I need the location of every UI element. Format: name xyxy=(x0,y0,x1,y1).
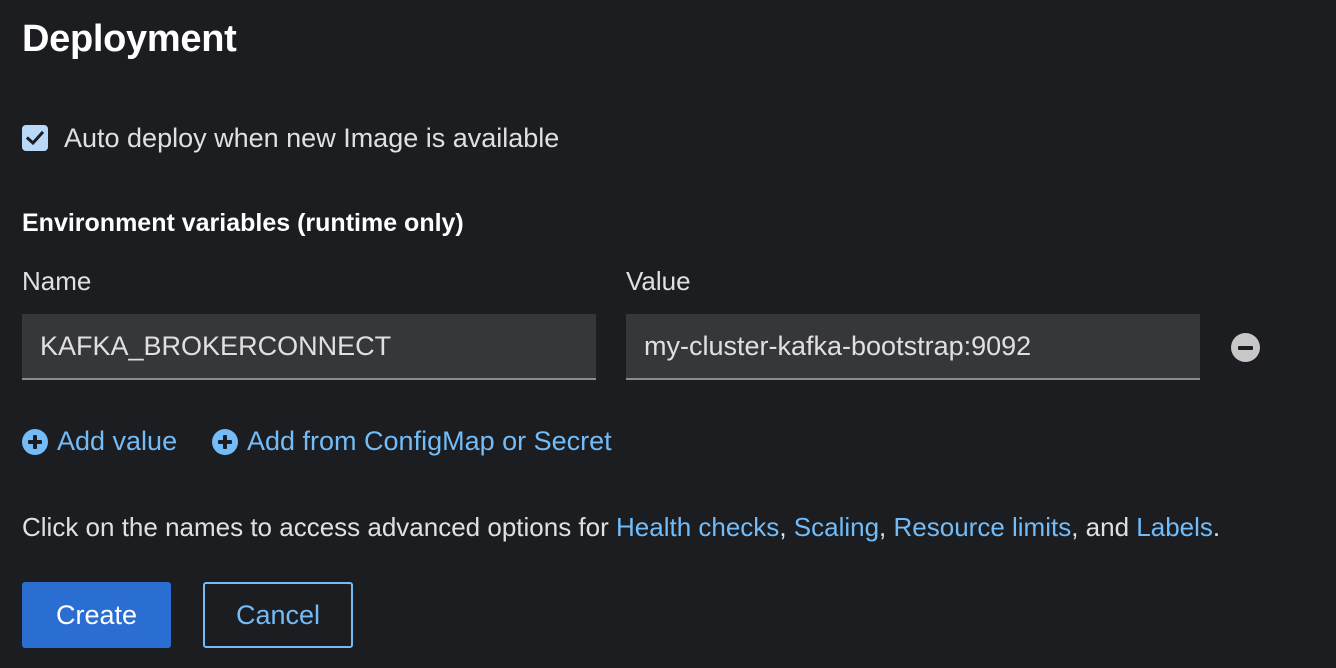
help-separator: , xyxy=(879,512,894,542)
help-suffix: . xyxy=(1212,512,1221,542)
help-prefix: Click on the names to access advanced op… xyxy=(22,512,616,542)
scaling-link[interactable]: Scaling xyxy=(794,512,879,542)
env-name-header: Name xyxy=(22,266,92,296)
env-section-title: Environment variables (runtime only) xyxy=(22,209,464,237)
env-value-header: Value xyxy=(626,266,691,296)
labels-link[interactable]: Labels xyxy=(1136,512,1213,542)
env-name-input[interactable] xyxy=(22,314,596,380)
deployment-form: Deployment Auto deploy when new Image is… xyxy=(0,0,1336,668)
plus-circle-icon xyxy=(22,428,48,455)
help-separator: , xyxy=(779,512,794,542)
minus-circle-icon xyxy=(1238,345,1253,350)
auto-deploy-row[interactable]: Auto deploy when new Image is available xyxy=(22,122,559,154)
create-button[interactable]: Create xyxy=(22,582,171,648)
add-value-label: Add value xyxy=(57,426,178,456)
add-from-configmap-button[interactable]: Add from ConfigMap or Secret xyxy=(212,426,612,457)
add-value-button[interactable]: Add value xyxy=(22,426,177,457)
resource-limits-link[interactable]: Resource limits xyxy=(894,512,1072,542)
page-title: Deployment xyxy=(22,18,237,60)
remove-env-button[interactable] xyxy=(1231,333,1260,362)
health-checks-link[interactable]: Health checks xyxy=(616,512,779,542)
auto-deploy-checkbox[interactable] xyxy=(22,125,48,151)
cancel-button[interactable]: Cancel xyxy=(203,582,353,648)
checkmark-icon xyxy=(26,130,44,146)
plus-circle-icon xyxy=(212,428,238,455)
env-value-input[interactable] xyxy=(626,314,1200,380)
help-separator: , and xyxy=(1071,512,1137,542)
advanced-options-text: Click on the names to access advanced op… xyxy=(22,512,1220,543)
auto-deploy-label: Auto deploy when new Image is available xyxy=(64,122,560,153)
add-from-configmap-label: Add from ConfigMap or Secret xyxy=(247,426,612,456)
